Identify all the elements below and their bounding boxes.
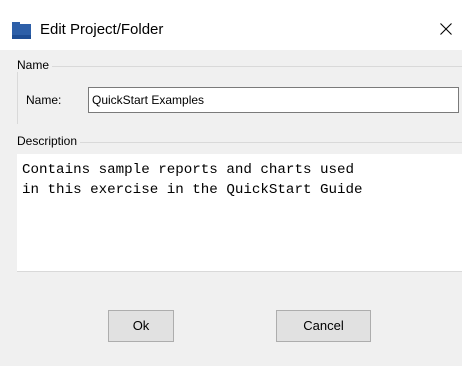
name-group: Name Name: [17, 58, 462, 124]
name-input[interactable] [88, 87, 459, 113]
description-group-divider [17, 142, 462, 143]
cancel-button[interactable]: Cancel [276, 310, 371, 342]
description-group: Description Contains sample reports and … [17, 134, 462, 272]
description-group-label: Description [17, 134, 81, 148]
dialog-title: Edit Project/Folder [40, 21, 164, 38]
name-field-label: Name: [26, 93, 62, 107]
close-icon [440, 23, 452, 35]
description-textarea[interactable]: Contains sample reports and charts used … [17, 154, 462, 272]
ok-button[interactable]: Ok [108, 310, 174, 342]
name-group-label: Name [17, 58, 53, 72]
close-button[interactable] [428, 14, 462, 48]
title-bar: Edit Project/Folder [0, 0, 462, 50]
name-group-divider [17, 66, 462, 67]
folder-project-icon [12, 22, 31, 39]
